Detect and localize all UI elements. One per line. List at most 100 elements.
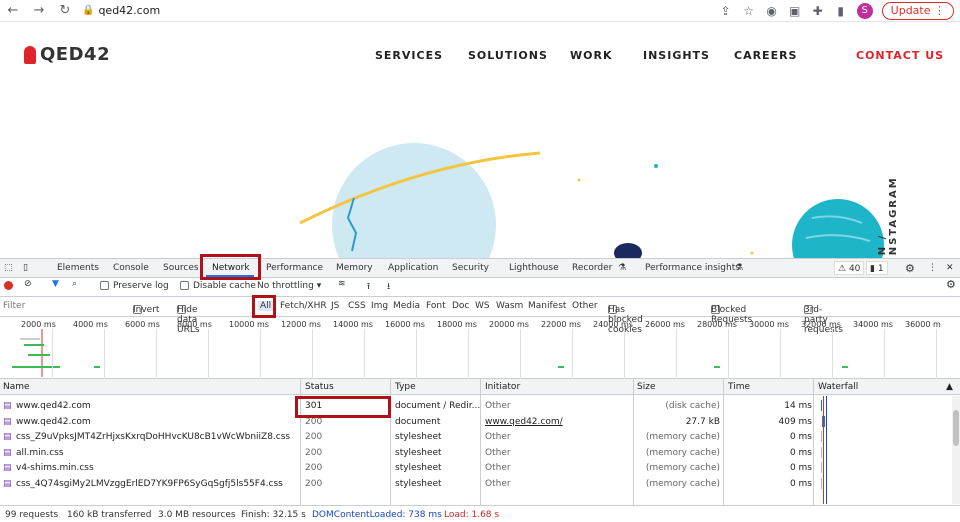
overview-bars [12, 329, 100, 377]
col-type[interactable]: Type [395, 382, 416, 392]
col-status[interactable]: Status [305, 382, 334, 392]
filter-type-wasm[interactable]: Wasm [496, 301, 523, 311]
network-summary-bar: 99 requests 160 kB transferred 3.0 MB re… [0, 505, 960, 522]
share-icon[interactable]: ⇪ [719, 4, 733, 18]
summary-requests: 99 requests [5, 510, 59, 520]
tab-elements[interactable]: Elements [57, 259, 99, 278]
filter-type-ws[interactable]: WS [475, 301, 490, 311]
filter-icon[interactable]: ▼ [52, 279, 59, 289]
filter-type-img[interactable]: Img [371, 301, 388, 311]
network-conditions-icon[interactable]: ≋ [338, 279, 346, 289]
tab-lighthouse[interactable]: Lighthouse [509, 259, 559, 278]
side-panel-icon[interactable]: ▮ [834, 4, 848, 18]
overview-tick-label: 18000 ms [437, 320, 477, 329]
cell-status: 200 [305, 479, 323, 489]
overview-gridline [572, 329, 573, 379]
more-options-icon[interactable]: ⋮ [928, 259, 937, 278]
column-divider[interactable] [813, 379, 814, 505]
address-bar[interactable]: qed42.com [98, 4, 160, 17]
social-links[interactable]: IN / INSTAGRAM [877, 151, 903, 258]
preserve-log-checkbox[interactable]: Preserve log [100, 281, 169, 291]
profile-avatar[interactable]: S [856, 3, 873, 19]
warnings-badge[interactable]: ⚠ 40 [834, 261, 865, 275]
filter-type-other[interactable]: Other [572, 301, 598, 311]
back-icon[interactable]: ← [0, 3, 26, 18]
tab-memory[interactable]: Memory [336, 259, 373, 278]
filter-type-font[interactable]: Font [426, 301, 446, 311]
filter-type-css[interactable]: CSS [348, 301, 366, 311]
col-initiator[interactable]: Initiator [485, 382, 520, 392]
filter-input[interactable]: Filter [3, 301, 25, 311]
column-divider[interactable] [480, 379, 481, 505]
record-icon[interactable] [4, 281, 13, 290]
cell-size: (memory cache) [645, 447, 720, 458]
search-icon[interactable]: ⌕ [72, 279, 77, 289]
lock-icon[interactable]: 🔒 [82, 5, 94, 16]
cell-initiator[interactable]: www.qed42.com/ [485, 417, 563, 427]
disable-cache-checkbox[interactable]: Disable cache [180, 281, 256, 291]
disable-cache-label: Disable cache [193, 281, 256, 291]
tab-sources[interactable]: Sources [163, 259, 199, 278]
column-divider[interactable] [633, 379, 634, 505]
cell-name: all.min.css [16, 447, 64, 458]
cell-name: www.qed42.com [16, 416, 91, 427]
planet-large [332, 143, 496, 258]
device-toolbar-icon[interactable]: ▯ [23, 259, 28, 278]
extensions-puzzle-icon[interactable]: ✚ [811, 4, 825, 18]
tab-performance[interactable]: Performance [266, 259, 323, 278]
highlight-network-tab [200, 254, 261, 280]
forward-icon[interactable]: → [26, 3, 52, 18]
scrollbar-thumb[interactable] [953, 410, 959, 446]
overview-tick-label: 16000 ms [385, 320, 425, 329]
overview-tick-label: 32000 ms [801, 320, 841, 329]
col-time[interactable]: Time [728, 382, 750, 392]
col-size[interactable]: Size [637, 382, 655, 392]
tab-performance-insights[interactable]: Performance insights [645, 259, 740, 278]
tab-recorder[interactable]: Recorder [572, 259, 612, 278]
summary-dom-loaded: DOMContentLoaded: 738 ms [312, 510, 442, 520]
overview-gridline [104, 329, 105, 379]
overview-gridline [884, 329, 885, 379]
issues-count: 1 [877, 264, 884, 274]
issues-badge[interactable]: ▮ 1 [866, 261, 888, 275]
stylesheet-icon: ▤ [3, 479, 12, 489]
cell-time: 0 ms [789, 463, 812, 474]
filter-type-js[interactable]: JS [331, 301, 339, 311]
update-button[interactable]: Update ⋮ [881, 2, 954, 20]
network-settings-gear-icon[interactable]: ⚙ [946, 278, 956, 291]
overview-gridline [832, 329, 833, 379]
tab-console[interactable]: Console [113, 259, 149, 278]
inspect-icon[interactable]: ⬚ [4, 259, 13, 278]
table-scrollbar[interactable] [952, 396, 960, 504]
flask-icon: ⚗ [735, 263, 744, 273]
overview-tick-label: 8000 ms [177, 320, 212, 329]
document-icon: ▤ [3, 401, 12, 411]
cell-name: v4-shims.min.css [16, 463, 94, 474]
filter-type-manifest[interactable]: Manifest [528, 301, 566, 311]
col-waterfall[interactable]: Waterfall [818, 382, 858, 392]
filter-type-doc[interactable]: Doc [452, 301, 469, 311]
waterfall-bar [821, 446, 822, 458]
summary-transferred: 160 kB transferred [67, 510, 152, 520]
extension-app-icon[interactable]: ▣ [788, 4, 802, 18]
close-devtools-icon[interactable]: ✕ [946, 259, 954, 278]
network-overview-timeline[interactable]: 2000 ms 4000 ms 6000 ms 8000 ms 10000 ms 1200… [0, 317, 960, 379]
clear-icon[interactable]: ⊘ [24, 279, 32, 289]
overview-tick-label: 14000 ms [333, 320, 373, 329]
filter-bar: Filter Invert Hide data URLs All Fetch/X… [0, 297, 960, 335]
filter-type-fetch-xhr[interactable]: Fetch/XHR [280, 301, 327, 311]
highlight-301-status [295, 396, 391, 418]
import-har-icon[interactable]: ⭱ [367, 279, 370, 295]
reload-icon[interactable]: ↻ [52, 3, 78, 18]
tab-security[interactable]: Security [452, 259, 489, 278]
tab-application[interactable]: Application [388, 259, 438, 278]
cell-name: css_4Q74sgiMy2LMVzggErlED7YK9FP6SyGqSgfj… [16, 479, 283, 489]
bookmark-star-icon[interactable]: ☆ [742, 4, 756, 18]
settings-gear-icon[interactable]: ⚙ [905, 259, 915, 278]
extension-color-icon[interactable]: ◉ [765, 4, 779, 18]
throttling-select[interactable]: No throttling ▾ [257, 281, 321, 291]
col-name[interactable]: Name [3, 382, 30, 392]
filter-type-media[interactable]: Media [393, 301, 420, 311]
export-har-icon[interactable]: ⭳ [387, 279, 390, 295]
column-divider[interactable] [723, 379, 724, 505]
